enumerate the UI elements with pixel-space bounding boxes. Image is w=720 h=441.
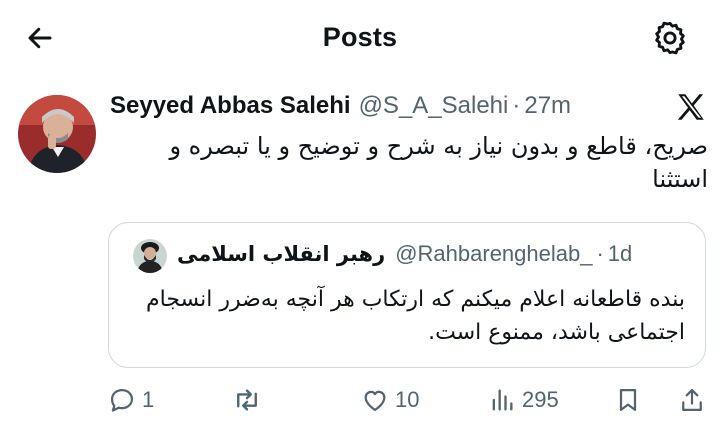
repost-button[interactable] xyxy=(232,380,268,420)
quoted-author-name[interactable]: رهبر انقلاب اسلامی xyxy=(177,242,385,266)
bar-chart-icon xyxy=(492,389,513,411)
quoted-timestamp[interactable]: 1d xyxy=(608,241,632,267)
gear-icon xyxy=(655,21,685,55)
post-detail-page: Posts Seyyed Abbas Salehi @S_A_Salehi · … xyxy=(0,0,720,441)
settings-button[interactable] xyxy=(648,16,692,60)
views-button[interactable]: 295 xyxy=(488,380,559,420)
post-timestamp[interactable]: 27m xyxy=(524,92,571,120)
post-author-row: Seyyed Abbas Salehi @S_A_Salehi · 27m xyxy=(110,92,571,122)
like-button[interactable]: 10 xyxy=(361,380,419,420)
author-avatar[interactable] xyxy=(18,95,96,173)
separator-dot: · xyxy=(596,241,604,266)
post-actions-bar: 1 10 295 xyxy=(0,380,720,420)
x-logo-icon xyxy=(674,90,708,124)
avatar-photo xyxy=(133,239,167,273)
reply-icon xyxy=(110,388,134,412)
share-button[interactable] xyxy=(678,380,706,420)
top-bar: Posts xyxy=(0,0,720,76)
quoted-author-avatar[interactable] xyxy=(133,239,167,273)
separator-dot: · xyxy=(512,92,521,119)
bookmark-button[interactable] xyxy=(614,380,642,420)
author-handle[interactable]: @S_A_Salehi xyxy=(359,92,509,120)
quoted-post-text: بنده قاطعانه اعلام میکنم که ارتکاب هر آن… xyxy=(146,287,685,345)
author-name[interactable]: Seyyed Abbas Salehi xyxy=(110,92,351,120)
share-icon xyxy=(682,388,702,412)
avatar-photo xyxy=(18,95,96,173)
quoted-author-handle[interactable]: @Rahbarenghelab_ xyxy=(395,241,592,267)
page-title: Posts xyxy=(322,22,398,52)
repost-icon xyxy=(237,389,257,411)
bookmark-icon xyxy=(619,388,637,412)
heart-icon xyxy=(364,390,386,412)
quoted-post[interactable]: رهبر انقلاب اسلامی @Rahbarenghelab_ · 1d… xyxy=(108,222,706,368)
reply-count: 1 xyxy=(142,387,155,412)
post-text: صریح، قاطع و بدون نیاز به شرح و توضیح و … xyxy=(169,132,708,193)
view-count: 295 xyxy=(522,387,559,412)
quoted-author-row: رهبر انقلاب اسلامی @Rahbarenghelab_ · 1d xyxy=(177,239,632,269)
like-count: 10 xyxy=(395,387,420,412)
reply-button[interactable]: 1 xyxy=(108,380,154,420)
